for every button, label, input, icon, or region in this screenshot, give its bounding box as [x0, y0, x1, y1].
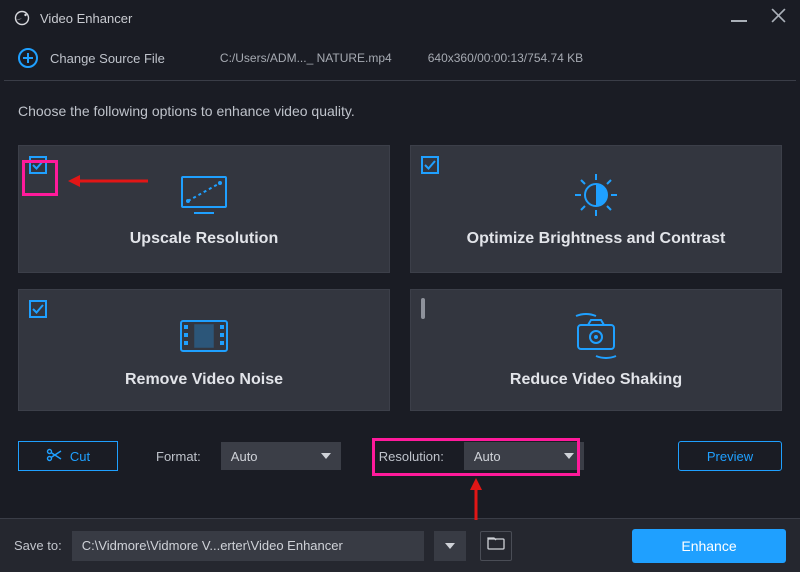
enhance-button[interactable]: Enhance [632, 529, 786, 563]
format-label: Format: [156, 449, 201, 464]
cut-button[interactable]: Cut [18, 441, 118, 471]
chevron-down-icon [321, 453, 331, 459]
folder-icon [487, 536, 505, 555]
window-title: Video Enhancer [40, 11, 132, 26]
format-select[interactable]: Auto [221, 442, 341, 470]
toolbar: Change Source File C:/Users/ADM..._ NATU… [0, 36, 800, 80]
browse-folder-button[interactable] [480, 531, 512, 561]
close-button[interactable] [771, 8, 786, 28]
titlebar: Video Enhancer [0, 0, 800, 36]
save-path-value: C:\Vidmore\Vidmore V...erter\Video Enhan… [82, 538, 343, 553]
footer: Save to: C:\Vidmore\Vidmore V...erter\Vi… [0, 518, 800, 572]
resolution-select[interactable]: Auto [464, 442, 584, 470]
card-upscale-label: Upscale Resolution [130, 230, 278, 248]
card-upscale-resolution[interactable]: Upscale Resolution [18, 145, 390, 273]
card-brightness-contrast[interactable]: Optimize Brightness and Contrast [410, 145, 782, 273]
card-shaking-label: Reduce Video Shaking [510, 371, 682, 389]
checkbox-noise[interactable] [29, 300, 47, 318]
card-reduce-shaking[interactable]: Reduce Video Shaking [410, 289, 782, 411]
plus-circle-icon [18, 48, 38, 68]
card-noise-label: Remove Video Noise [125, 371, 283, 389]
change-source-button[interactable]: Change Source File [18, 48, 165, 68]
minimize-button[interactable] [731, 14, 747, 22]
cut-label: Cut [70, 449, 90, 464]
change-source-label: Change Source File [50, 51, 165, 66]
source-file-meta: 640x360/00:00:13/754.74 KB [428, 51, 583, 65]
content-area: Choose the following options to enhance … [0, 81, 800, 421]
instruction-text: Choose the following options to enhance … [18, 103, 782, 119]
resolution-value: Auto [474, 449, 501, 464]
monitor-resolution-icon [176, 170, 232, 220]
checkbox-brightness[interactable] [421, 156, 439, 174]
chevron-down-icon [564, 453, 574, 459]
filmstrip-icon [175, 311, 233, 361]
preview-label: Preview [707, 449, 753, 464]
format-value: Auto [231, 449, 258, 464]
save-path-dropdown[interactable] [434, 531, 466, 561]
source-file-path: C:/Users/ADM..._ NATURE.mp4 [220, 51, 392, 65]
scissors-icon [46, 448, 62, 465]
checkbox-shaking[interactable] [421, 300, 439, 318]
preview-button[interactable]: Preview [678, 441, 782, 471]
brightness-icon [569, 170, 623, 220]
enhance-label: Enhance [681, 538, 736, 554]
resolution-label: Resolution: [379, 449, 444, 464]
camera-shake-icon [566, 311, 626, 361]
card-remove-noise[interactable]: Remove Video Noise [18, 289, 390, 411]
chevron-down-icon [445, 543, 455, 549]
save-to-label: Save to: [14, 538, 62, 553]
controls-row: Cut Format: Auto Resolution: Auto Previe… [0, 421, 800, 471]
save-path-input[interactable]: C:\Vidmore\Vidmore V...erter\Video Enhan… [72, 531, 424, 561]
app-icon [14, 10, 30, 26]
card-brightness-label: Optimize Brightness and Contrast [467, 230, 726, 248]
checkbox-upscale[interactable] [29, 156, 47, 174]
